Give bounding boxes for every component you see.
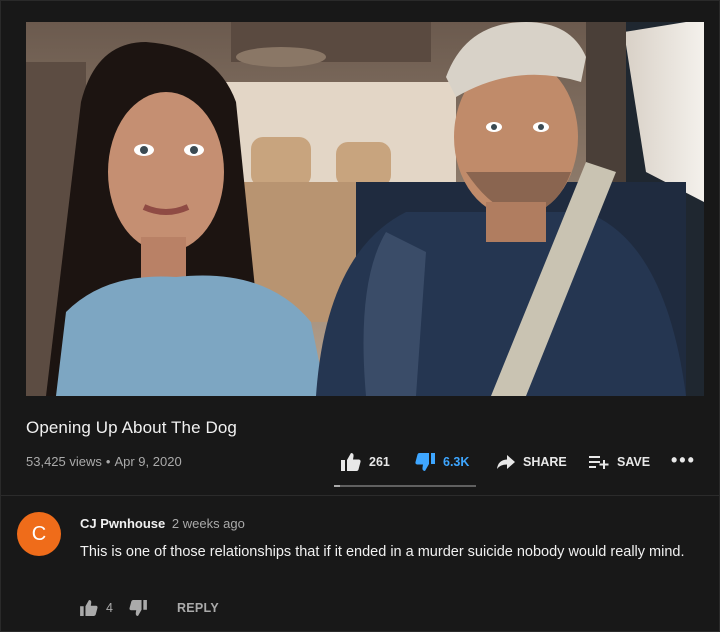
dislike-count: 6.3K: [443, 455, 470, 469]
section-divider: [1, 495, 720, 496]
comment-header: CJ Pwnhouse 2 weeks ago: [80, 516, 245, 531]
share-arrow-icon: [497, 455, 515, 469]
comment-dislike-button[interactable]: [129, 600, 147, 616]
reply-button[interactable]: REPLY: [177, 601, 219, 615]
comment-like-button[interactable]: 4: [80, 600, 113, 616]
comment-like-count: 4: [106, 601, 113, 615]
comment-timestamp[interactable]: 2 weeks ago: [172, 516, 245, 531]
meta-separator: •: [105, 454, 111, 469]
comment-actions: 4 REPLY: [80, 598, 219, 618]
thumbs-up-icon: [80, 600, 98, 616]
video-player[interactable]: [26, 22, 704, 396]
youtube-video-page: Opening Up About The Dog 53,425 views • Ap…: [0, 0, 720, 632]
comment-text: This is one of those relationships that …: [80, 544, 685, 560]
avatar[interactable]: C: [17, 512, 61, 556]
thumbs-down-icon: [415, 453, 435, 471]
dislike-button[interactable]: 6.3K: [415, 450, 469, 474]
save-label: SAVE: [617, 455, 651, 469]
like-count: 261: [369, 455, 390, 469]
thumbs-up-icon: [341, 453, 361, 471]
upload-date: Apr 9, 2020: [114, 454, 182, 469]
share-button[interactable]: SHARE: [497, 450, 567, 474]
comment-author[interactable]: CJ Pwnhouse: [80, 516, 165, 531]
like-button[interactable]: 261: [341, 450, 390, 474]
playlist-add-icon: [589, 456, 609, 469]
view-count: 53,425 views: [26, 454, 102, 469]
video-title: Opening Up About The Dog: [26, 418, 237, 437]
more-actions-button[interactable]: •••: [671, 448, 696, 472]
avatar-letter: C: [31, 522, 47, 545]
more-horizontal-icon: •••: [671, 449, 696, 470]
sentiment-bar: [334, 485, 476, 487]
video-frame-image: [26, 22, 704, 396]
save-button[interactable]: SAVE: [589, 450, 650, 474]
sentiment-bar-likes-fill: [334, 485, 340, 487]
share-label: SHARE: [523, 455, 567, 469]
video-meta: 53,425 views • Apr 9, 2020: [26, 454, 182, 469]
thumbs-down-icon: [129, 600, 147, 616]
